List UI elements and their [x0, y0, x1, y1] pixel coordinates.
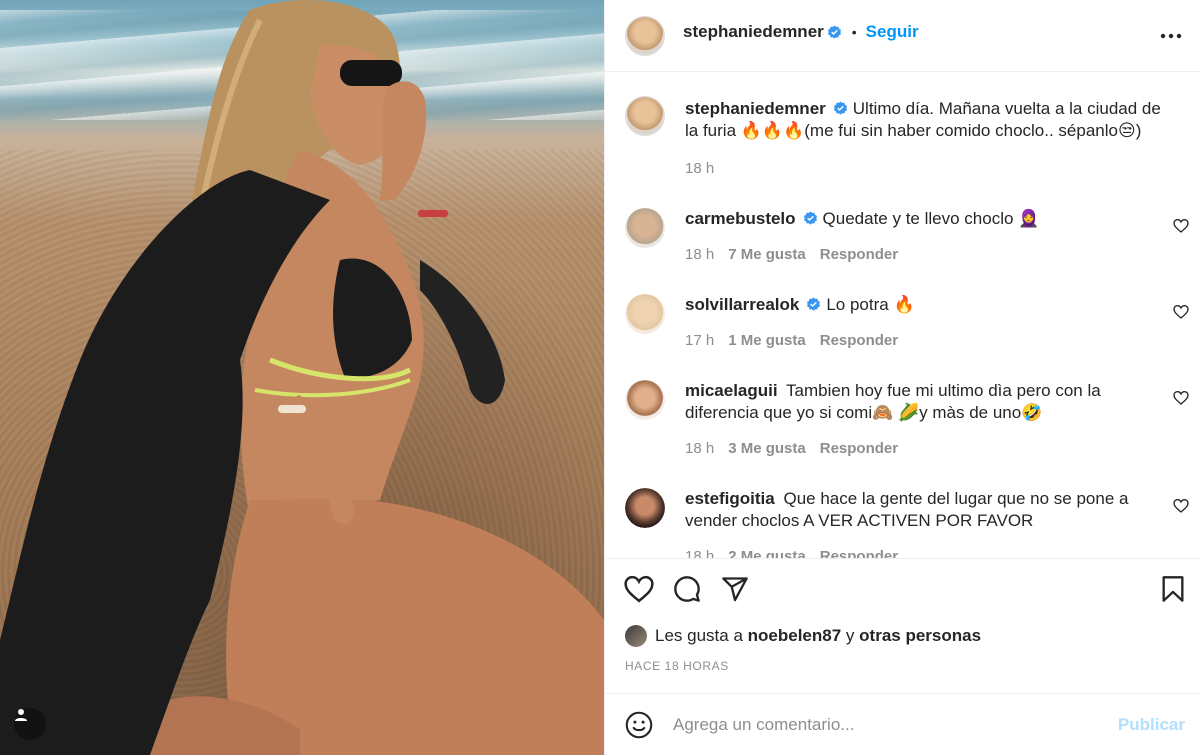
comment-username[interactable]: estefigoitia — [685, 489, 775, 508]
author-username[interactable]: stephaniedemner — [683, 22, 824, 42]
caption-username[interactable]: stephaniedemner — [685, 99, 826, 118]
verified-icon — [807, 297, 821, 311]
liker-avatar[interactable] — [625, 625, 647, 647]
likes-summary: Les gusta a noebelen87 y otras personas — [625, 625, 981, 647]
comments-list[interactable]: stephaniedemner Ultimo día. Mañana vuelta… — [605, 72, 1200, 558]
comment-text: Lo potra 🔥 — [826, 295, 915, 314]
comment-meta: 17 h 1 Me gusta Responder — [685, 332, 898, 349]
comment-likes[interactable]: 1 Me gusta — [728, 332, 806, 349]
reply-button[interactable]: Responder — [820, 332, 898, 349]
comment-meta: 18 h 7 Me gusta Responder — [685, 246, 898, 263]
dot-separator: • — [851, 24, 857, 40]
comment-text-block: carmebustelo Quedate y te llevo choclo 🧕 — [685, 208, 1175, 230]
like-button[interactable] — [623, 573, 655, 605]
heart-icon[interactable] — [1173, 218, 1189, 234]
comment-meta: 18 h 3 Me gusta Responder — [685, 440, 898, 457]
post-side-panel: stephaniedemner • Seguir stephaniedemner… — [604, 0, 1200, 755]
more-options-icon[interactable] — [1159, 24, 1183, 48]
liker-username[interactable]: noebelen87 — [748, 626, 842, 646]
comment-composer: Publicar — [605, 693, 1200, 755]
heart-icon — [624, 575, 654, 603]
comment-text-block: micaelaguii Tambien hoy fue mi ultimo dì… — [685, 380, 1175, 424]
caption-meta: 18 h — [685, 160, 714, 177]
caption-text-block: stephaniedemner Ultimo día. Mañana vuelta… — [685, 98, 1175, 142]
comment-meta: 18 h 2 Me gusta Responder — [685, 548, 898, 558]
comment-username[interactable]: carmebustelo — [685, 209, 796, 228]
verified-icon — [803, 211, 817, 225]
comment-avatar[interactable] — [625, 294, 665, 334]
comment-time[interactable]: 17 h — [685, 332, 714, 349]
heart-icon[interactable] — [1173, 498, 1189, 514]
photo-figure — [0, 0, 604, 755]
comment-time[interactable]: 18 h — [685, 440, 714, 457]
comment-username[interactable]: solvillarrealok — [685, 295, 799, 314]
post-header: stephaniedemner • Seguir — [605, 0, 1200, 72]
author-avatar[interactable] — [625, 16, 665, 56]
heart-icon[interactable] — [1173, 304, 1189, 320]
caption-avatar[interactable] — [625, 96, 665, 136]
share-button[interactable] — [719, 573, 751, 605]
comment-likes[interactable]: 3 Me gusta — [728, 440, 806, 457]
comment-likes[interactable]: 2 Me gusta — [728, 548, 806, 558]
follow-button[interactable]: Seguir — [866, 22, 919, 42]
comment-icon — [674, 576, 700, 602]
comment-avatar[interactable] — [625, 488, 665, 528]
likes-prefix: Les gusta a — [655, 626, 743, 645]
comment-username[interactable]: micaelaguii — [685, 381, 778, 400]
post-actions: Les gusta a noebelen87 y otras personas … — [605, 558, 1200, 693]
reply-button[interactable]: Responder — [820, 440, 898, 457]
bookmark-icon — [1162, 576, 1184, 602]
comment-time[interactable]: 18 h — [685, 548, 714, 558]
share-icon — [722, 577, 748, 602]
comment-input[interactable] — [673, 710, 1093, 740]
comment-text-block: solvillarrealok Lo potra 🔥 — [685, 294, 1175, 316]
user-tag-icon[interactable] — [14, 708, 46, 740]
verified-icon — [827, 24, 841, 39]
likes-conj: y — [845, 626, 855, 645]
reply-button[interactable]: Responder — [820, 246, 898, 263]
emoji-icon[interactable] — [625, 711, 653, 739]
comment-text-block: estefigoitia Que hace la gente del lugar… — [685, 488, 1175, 532]
comment-time[interactable]: 18 h — [685, 246, 714, 263]
comment-avatar[interactable] — [625, 208, 665, 248]
comment-likes[interactable]: 7 Me gusta — [728, 246, 806, 263]
verified-icon — [833, 101, 847, 115]
comment-avatar[interactable] — [625, 380, 665, 420]
heart-icon[interactable] — [1173, 390, 1189, 406]
comment-button[interactable] — [671, 573, 703, 605]
likes-others[interactable]: otras personas — [859, 626, 981, 646]
reply-button[interactable]: Responder — [820, 548, 898, 558]
comment-text: Quedate y te llevo choclo 🧕 — [822, 209, 1040, 228]
post-photo[interactable] — [0, 0, 604, 755]
post-timestamp[interactable]: HACE 18 HORAS — [625, 659, 729, 673]
caption-time[interactable]: 18 h — [685, 160, 714, 177]
save-button[interactable] — [1157, 573, 1189, 605]
publish-button[interactable]: Publicar — [1118, 715, 1185, 735]
